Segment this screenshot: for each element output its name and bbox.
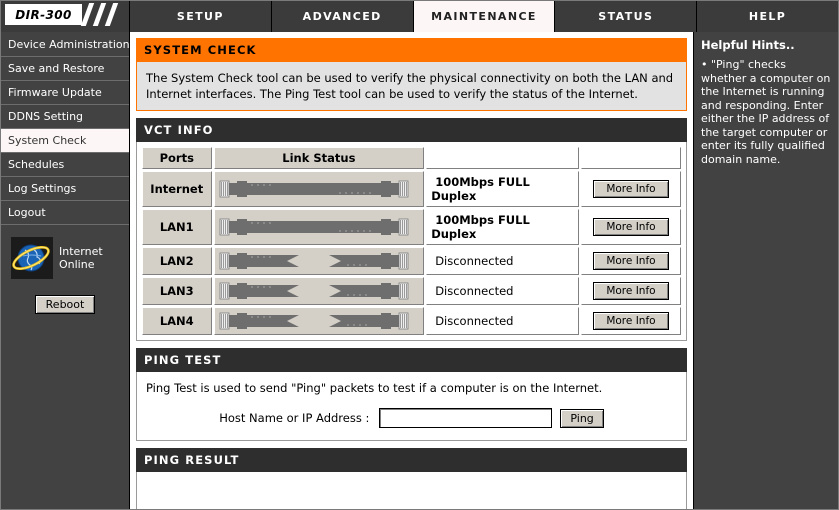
row-port-lan4: LAN4 — [142, 307, 212, 335]
sidebar-item-schedules[interactable]: Schedules — [1, 153, 129, 177]
sidebar-item-system-check[interactable]: System Check — [1, 129, 129, 153]
internet-status-line1: Internet — [59, 245, 103, 258]
row-port-lan3: LAN3 — [142, 277, 212, 305]
brand-logo: DIR-300 — [1, 1, 130, 32]
row-port-internet: Internet — [142, 171, 212, 207]
table-row: LAN3 Disconnected More Info — [142, 277, 681, 305]
column-header-actions — [580, 147, 681, 169]
main-tabs: SETUP ADVANCED MAINTENANCE STATUS HELP — [130, 1, 838, 32]
system-check-panel: SYSTEM CHECK The System Check tool can b… — [136, 38, 687, 111]
tab-advanced[interactable]: ADVANCED — [271, 1, 414, 32]
helpful-hints-title: Helpful Hints.. — [701, 38, 795, 52]
table-row: LAN2 Disconnected More Info — [142, 247, 681, 275]
internet-status-line2: Online — [59, 258, 95, 271]
link-status-lan3: Disconnected — [426, 277, 579, 305]
more-info-cell-internet: More Info — [580, 171, 681, 207]
table-row: Internet 100Mbps FULL Duplex More Info — [142, 171, 681, 207]
internet-status-label: Internet Online — [59, 245, 103, 271]
link-status-lan4: Disconnected — [426, 307, 579, 335]
cable-connected-icon — [219, 218, 408, 236]
cable-graphic-lan1 — [213, 209, 425, 245]
tab-help[interactable]: HELP — [697, 1, 838, 32]
more-info-button-lan2[interactable]: More Info — [593, 252, 669, 270]
more-info-button-lan4[interactable]: More Info — [593, 312, 669, 330]
main-content: SYSTEM CHECK The System Check tool can b… — [130, 32, 694, 509]
vct-info-title: VCT INFO — [136, 118, 687, 142]
host-name-input[interactable] — [379, 408, 553, 428]
top-bar: DIR-300 SETUP ADVANCED MAINTENANCE STATU… — [1, 1, 838, 32]
table-row: LAN1 100Mbps FULL Duplex More Info — [142, 209, 681, 245]
router-admin-page: DIR-300 SETUP ADVANCED MAINTENANCE STATU… — [0, 0, 839, 510]
sidebar: Device Administration Save and Restore F… — [1, 32, 130, 509]
column-header-status-value — [426, 147, 579, 169]
system-check-description: The System Check tool can be used to ver… — [146, 71, 674, 101]
cable-graphic-lan4 — [213, 307, 425, 335]
globe-icon — [11, 237, 53, 279]
cable-disconnected-icon — [219, 252, 408, 270]
more-info-cell-lan4: More Info — [580, 307, 681, 335]
more-info-button-internet[interactable]: More Info — [593, 180, 669, 198]
more-info-cell-lan2: More Info — [580, 247, 681, 275]
sidebar-item-device-administration[interactable]: Device Administration — [1, 33, 129, 57]
helpful-hints-panel: Helpful Hints.. • "Ping" checks whether … — [694, 32, 838, 509]
helpful-hints-body: • "Ping" checks whether a computer on th… — [701, 58, 831, 166]
cable-connected-icon — [219, 180, 408, 198]
vct-info-table: Ports Link Status Internet 100Mbps FULL … — [140, 145, 683, 337]
ping-result-title: PING RESULT — [136, 448, 687, 472]
ping-test-title: PING TEST — [136, 348, 687, 372]
table-header-row: Ports Link Status — [142, 147, 681, 169]
sidebar-item-ddns-setting[interactable]: DDNS Setting — [1, 105, 129, 129]
sidebar-item-log-settings[interactable]: Log Settings — [1, 177, 129, 201]
cable-graphic-lan3 — [213, 277, 425, 305]
more-info-cell-lan3: More Info — [580, 277, 681, 305]
host-name-label: Host Name or IP Address : — [219, 411, 370, 425]
ping-test-panel: PING TEST Ping Test is used to send "Pin… — [136, 348, 687, 441]
more-info-cell-lan1: More Info — [580, 209, 681, 245]
system-check-title: SYSTEM CHECK — [136, 38, 687, 62]
internet-status: Internet Online — [1, 237, 129, 279]
row-port-lan2: LAN2 — [142, 247, 212, 275]
ping-button[interactable]: Ping — [560, 408, 604, 428]
reboot-area: Reboot — [1, 295, 129, 314]
row-port-lan1: LAN1 — [142, 209, 212, 245]
link-status-internet: 100Mbps FULL Duplex — [426, 171, 579, 207]
vct-info-panel: VCT INFO Ports Link Status Internet 100M… — [136, 118, 687, 341]
cable-disconnected-icon — [219, 312, 408, 330]
model-name: DIR-300 — [15, 7, 72, 22]
more-info-button-lan1[interactable]: More Info — [593, 218, 669, 236]
tab-status[interactable]: STATUS — [555, 1, 698, 32]
reboot-button[interactable]: Reboot — [34, 295, 96, 314]
cable-graphic-internet — [213, 171, 425, 207]
model-plate: DIR-300 — [5, 4, 82, 25]
sidebar-item-firmware-update[interactable]: Firmware Update — [1, 81, 129, 105]
table-row: LAN4 Disconnected More Info — [142, 307, 681, 335]
sidebar-item-logout[interactable]: Logout — [1, 201, 129, 225]
page-body: Device Administration Save and Restore F… — [1, 32, 838, 509]
more-info-button-lan3[interactable]: More Info — [593, 282, 669, 300]
logo-slashes-icon — [80, 3, 127, 26]
cable-disconnected-icon — [219, 282, 408, 300]
cable-graphic-lan2 — [213, 247, 425, 275]
tab-maintenance[interactable]: MAINTENANCE — [413, 1, 556, 32]
link-status-lan1: 100Mbps FULL Duplex — [426, 209, 579, 245]
column-header-ports: Ports — [142, 147, 212, 169]
column-header-link-status: Link Status — [213, 147, 425, 169]
ping-test-description: Ping Test is used to send "Ping" packets… — [146, 381, 603, 395]
link-status-lan2: Disconnected — [426, 247, 579, 275]
ping-result-panel: PING RESULT — [136, 448, 687, 509]
tab-setup[interactable]: SETUP — [130, 1, 272, 32]
sidebar-item-save-and-restore[interactable]: Save and Restore — [1, 57, 129, 81]
